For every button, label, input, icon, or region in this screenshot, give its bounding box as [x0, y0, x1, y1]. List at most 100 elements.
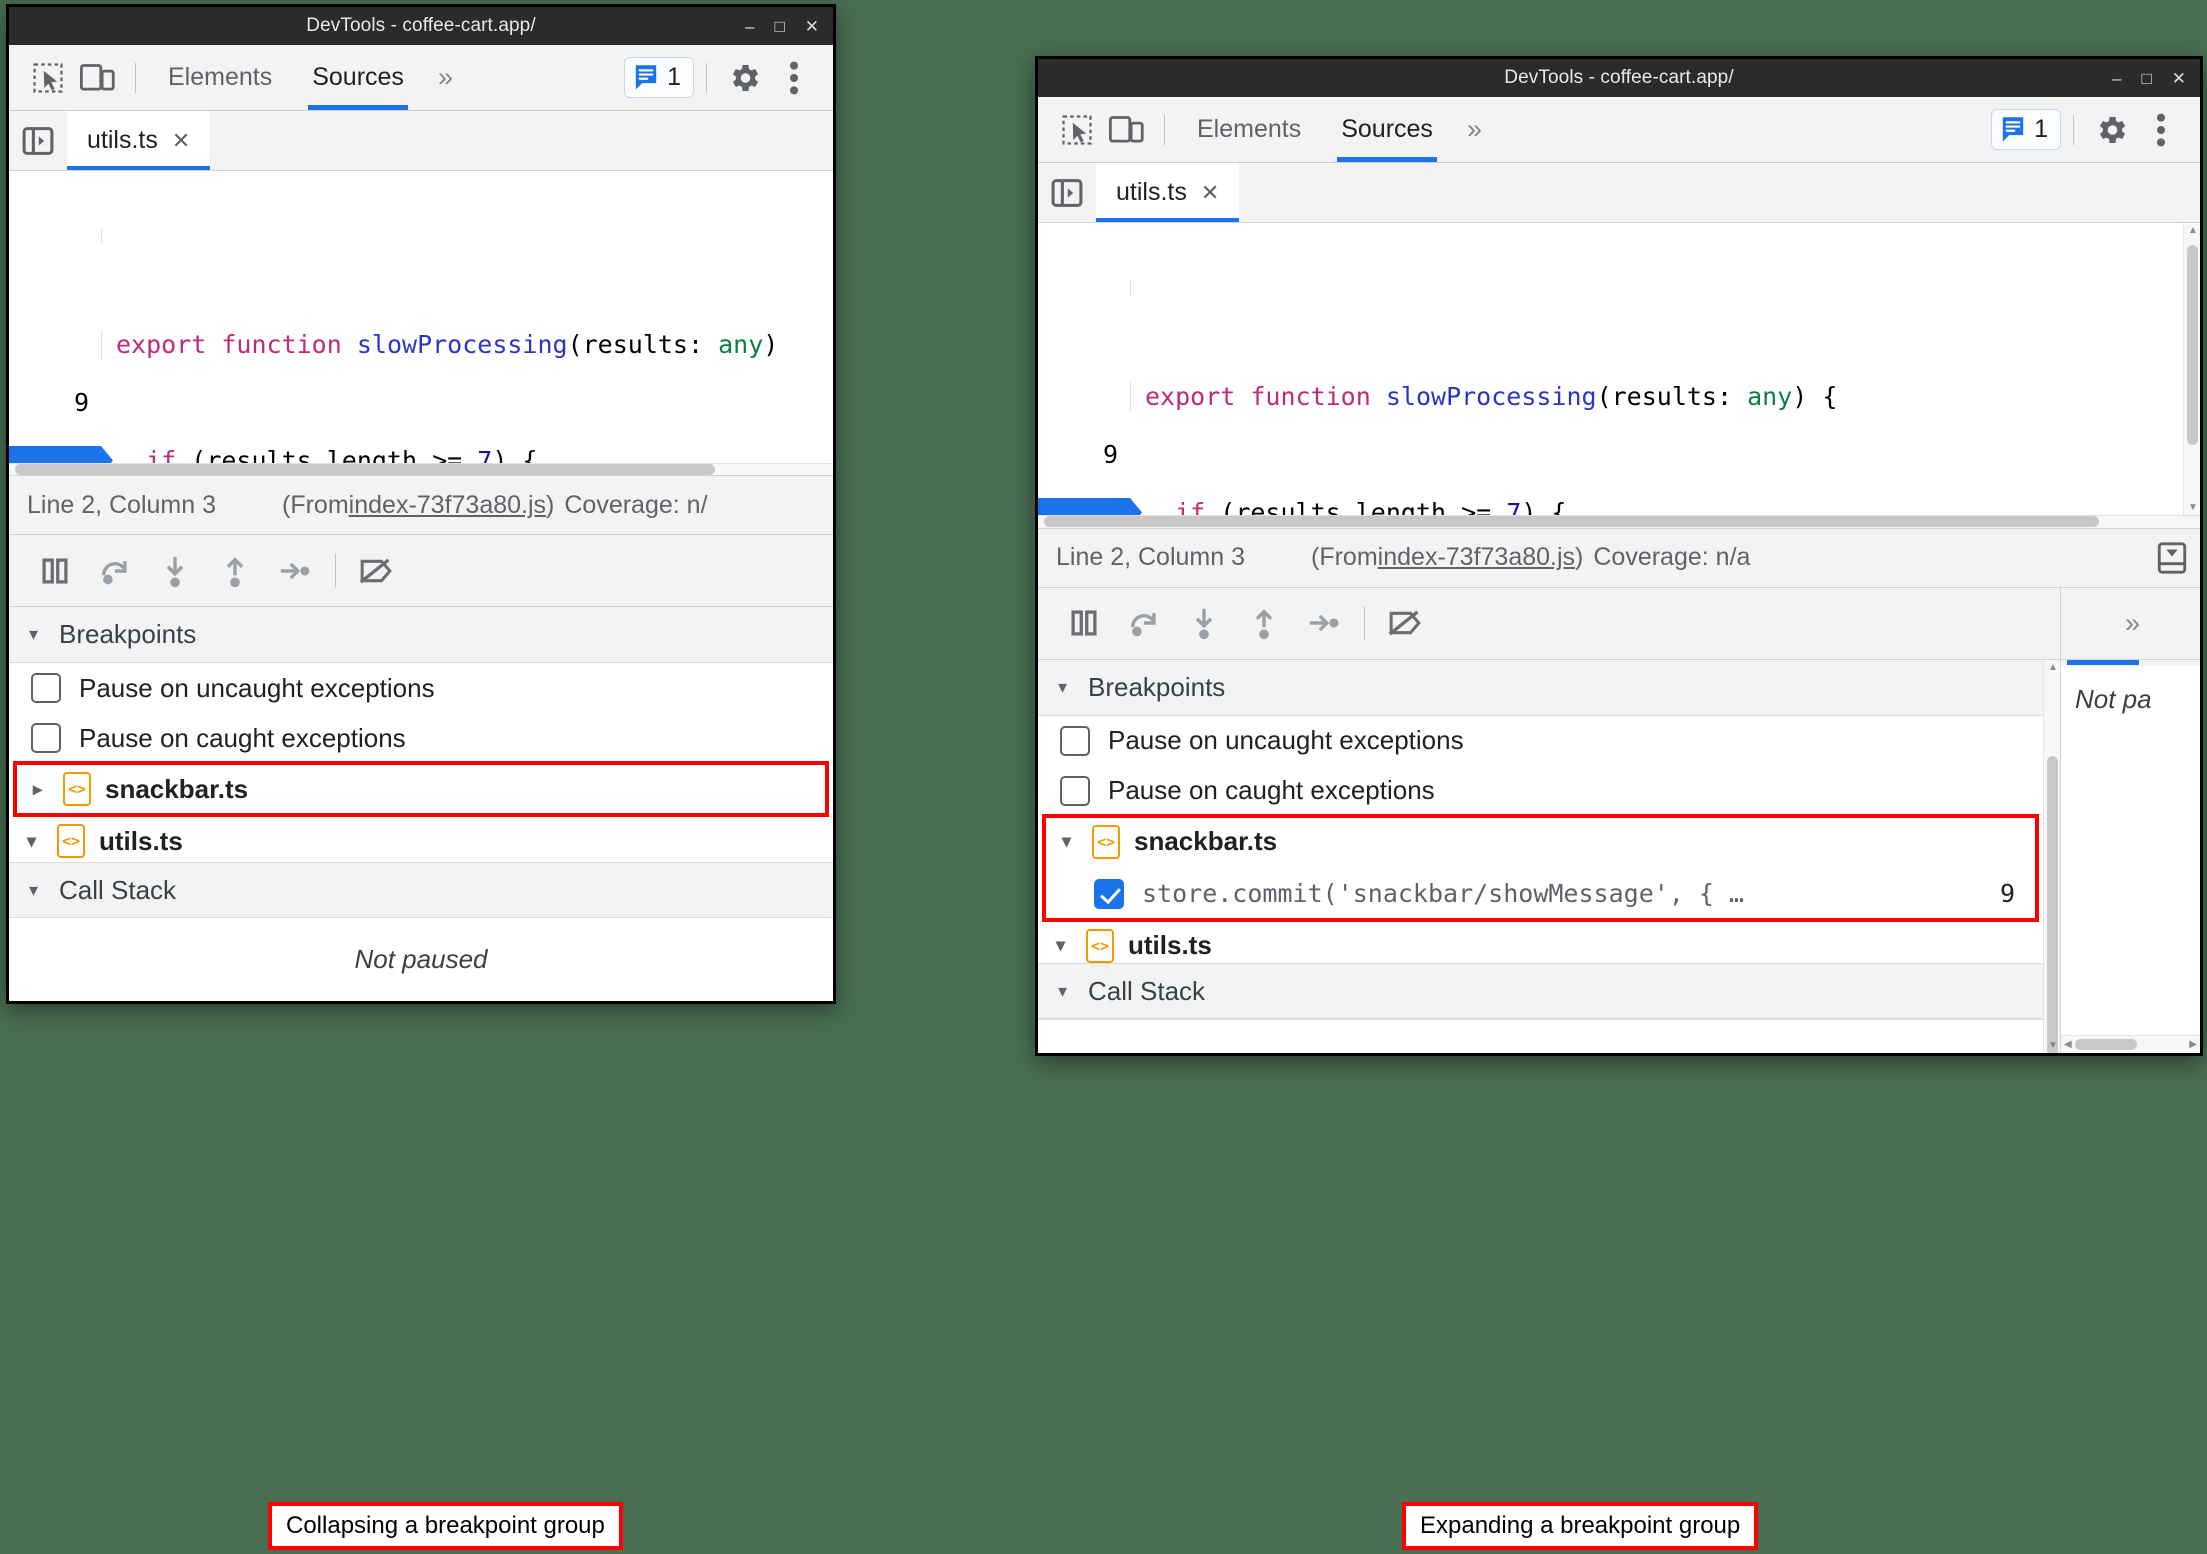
editor-vertical-scrollbar[interactable]: ▲ ▼ [2183, 223, 2200, 515]
step-icon[interactable] [265, 545, 325, 597]
show-drawer-icon[interactable] [2156, 541, 2200, 575]
chevron-down-icon[interactable]: ▾ [29, 880, 45, 901]
chevron-down-icon[interactable]: ▾ [1056, 935, 1072, 956]
caption-text: Expanding a breakpoint group [1420, 1512, 1741, 1539]
scroll-down-arrow-icon[interactable]: ▼ [2188, 502, 2198, 513]
step-out-icon[interactable] [205, 545, 265, 597]
scroll-left-arrow-icon[interactable]: ◀ [2061, 1039, 2072, 1050]
tab-sources[interactable]: Sources [292, 45, 424, 110]
step-icon[interactable] [1294, 597, 1354, 649]
navigator-toggle-icon[interactable] [1038, 163, 1096, 222]
step-out-icon[interactable] [1234, 597, 1294, 649]
deactivate-breakpoints-icon[interactable] [1375, 597, 1435, 649]
issues-button[interactable]: 1 [1991, 109, 2061, 150]
pause-on-uncaught-exceptions-row[interactable]: Pause on uncaught exceptions [9, 663, 833, 713]
breakpoint-checkbox[interactable] [1094, 878, 1124, 909]
navigator-toggle-icon[interactable] [9, 111, 67, 170]
scroll-up-arrow-icon[interactable]: ▲ [2188, 225, 2198, 236]
device-toolbar-icon[interactable] [73, 55, 123, 101]
breakpoint-group-snackbar[interactable]: ▸ <> snackbar.ts [13, 761, 829, 818]
chevron-right-icon[interactable]: ▸ [33, 779, 49, 800]
scrollbar-thumb[interactable] [2187, 245, 2198, 445]
scroll-up-arrow-icon[interactable]: ▲ [2048, 662, 2058, 673]
pause-caught-checkbox[interactable] [31, 723, 61, 754]
window-title: DevTools - coffee-cart.app/ [306, 15, 536, 36]
breakpoints-section-header[interactable]: ▾ Breakpoints [1038, 659, 2043, 716]
breakpoint-group-utils[interactable]: ▾ <> utils.ts [1038, 920, 2043, 963]
maximize-icon[interactable]: □ [2141, 70, 2151, 87]
call-stack-section-header[interactable]: ▾ Call Stack [9, 862, 833, 918]
chevron-down-icon[interactable]: ▾ [29, 624, 45, 645]
tab-sources[interactable]: Sources [1321, 97, 1453, 162]
close-icon[interactable]: ✕ [805, 18, 819, 35]
pause-on-caught-exceptions-row[interactable]: Pause on caught exceptions [9, 713, 833, 763]
source-origin-link[interactable]: index-73f73a80.js [1378, 543, 1575, 572]
maximize-icon[interactable]: □ [774, 18, 784, 35]
scroll-down-arrow-icon[interactable]: ▼ [2048, 1040, 2058, 1051]
file-tab-utils[interactable]: utils.ts ✕ [67, 111, 211, 170]
inspect-element-icon[interactable] [1052, 107, 1102, 153]
more-panes-icon[interactable]: » [2061, 587, 2200, 660]
sidebar-vertical-scrollbar[interactable]: ▲ ▼ [2043, 659, 2060, 1053]
scrollbar-thumb[interactable] [1044, 516, 2099, 528]
gutter-breakpoint-blue[interactable]: 10 [1038, 498, 1142, 515]
breakpoint-snippet: store.commit('snackbar/showMessage', { … [1142, 879, 1745, 909]
pause-resume-icon[interactable] [25, 545, 85, 597]
devtools-window-right[interactable]: DevTools - coffee-cart.app/ – □ ✕ Elemen… [1035, 56, 2203, 1056]
pause-resume-icon[interactable] [1054, 597, 1114, 649]
chevron-down-icon[interactable]: ▾ [1062, 831, 1078, 852]
close-icon[interactable]: ✕ [2172, 70, 2186, 87]
minimize-icon[interactable]: – [745, 18, 754, 35]
chevron-down-icon[interactable]: ▾ [1058, 981, 1074, 1002]
breakpoint-item[interactable]: store.commit('snackbar/showMessage', { …… [1044, 868, 2037, 920]
gutter-breakpoint-blue[interactable]: 10 [9, 446, 113, 463]
pause-caught-checkbox[interactable] [1060, 775, 1090, 806]
kebab-menu-icon[interactable] [769, 55, 819, 101]
breakpoints-section-header[interactable]: ▾ Breakpoints [9, 607, 833, 664]
right-column-horizontal-scrollbar[interactable]: ◀ ▶ [2061, 1035, 2200, 1053]
scrollbar-thumb[interactable] [2074, 1039, 2137, 1050]
step-into-icon[interactable] [145, 545, 205, 597]
issues-button[interactable]: 1 [624, 57, 694, 98]
devtools-window-left[interactable]: DevTools - coffee-cart.app/ – □ ✕ Elemen… [6, 4, 836, 1004]
code-editor[interactable]: 8 9 export function slowProcessing(resul… [9, 171, 833, 463]
step-over-icon[interactable] [85, 545, 145, 597]
chevron-down-icon[interactable]: ▾ [27, 831, 43, 852]
scrollbar-thumb[interactable] [2047, 755, 2058, 1053]
tab-elements[interactable]: Elements [148, 45, 292, 110]
editor-horizontal-scrollbar[interactable] [9, 463, 833, 476]
more-tabs-icon[interactable]: » [1453, 114, 1492, 145]
step-over-icon[interactable] [1114, 597, 1174, 649]
gutter[interactable]: 9 [1038, 382, 1130, 469]
tab-elements[interactable]: Elements [1177, 97, 1321, 162]
gutter[interactable]: 9 [9, 330, 101, 417]
call-stack-section-header[interactable]: ▾ Call Stack [1038, 963, 2043, 1019]
file-tab-close-icon[interactable]: ✕ [172, 128, 190, 154]
breakpoint-group-snackbar[interactable]: ▾ <> snackbar.ts [1044, 816, 2037, 868]
minimize-icon[interactable]: – [2112, 70, 2121, 87]
more-tabs-icon[interactable]: » [424, 62, 463, 93]
code-line-partial: 8 [9, 229, 833, 243]
editor-horizontal-scrollbar[interactable] [1038, 515, 2200, 528]
pause-on-caught-exceptions-row[interactable]: Pause on caught exceptions [1038, 766, 2043, 816]
device-toolbar-icon[interactable] [1102, 107, 1152, 153]
kebab-menu-icon[interactable] [2136, 107, 2186, 153]
file-tab-utils[interactable]: utils.ts ✕ [1096, 163, 1240, 222]
gear-icon[interactable] [2086, 107, 2136, 153]
source-origin-link[interactable]: index-73f73a80.js [349, 491, 546, 520]
window-controls[interactable]: – □ ✕ [745, 7, 819, 45]
step-into-icon[interactable] [1174, 597, 1234, 649]
window-controls[interactable]: – □ ✕ [2112, 59, 2186, 97]
file-tab-close-icon[interactable]: ✕ [1201, 180, 1219, 206]
pause-on-uncaught-exceptions-row[interactable]: Pause on uncaught exceptions [1038, 716, 2043, 766]
breakpoint-group-utils[interactable]: ▾ <> utils.ts [9, 815, 833, 862]
scrollbar-thumb[interactable] [15, 464, 715, 476]
scroll-right-arrow-icon[interactable]: ▶ [2189, 1039, 2200, 1050]
inspect-element-icon[interactable] [23, 55, 73, 101]
code-editor[interactable]: 8 9 export function slowProcessing(resul… [1038, 223, 2183, 515]
pause-uncaught-checkbox[interactable] [31, 673, 61, 704]
deactivate-breakpoints-icon[interactable] [346, 545, 406, 597]
chevron-down-icon[interactable]: ▾ [1058, 677, 1074, 698]
pause-uncaught-checkbox[interactable] [1060, 725, 1090, 756]
gear-icon[interactable] [719, 55, 769, 101]
